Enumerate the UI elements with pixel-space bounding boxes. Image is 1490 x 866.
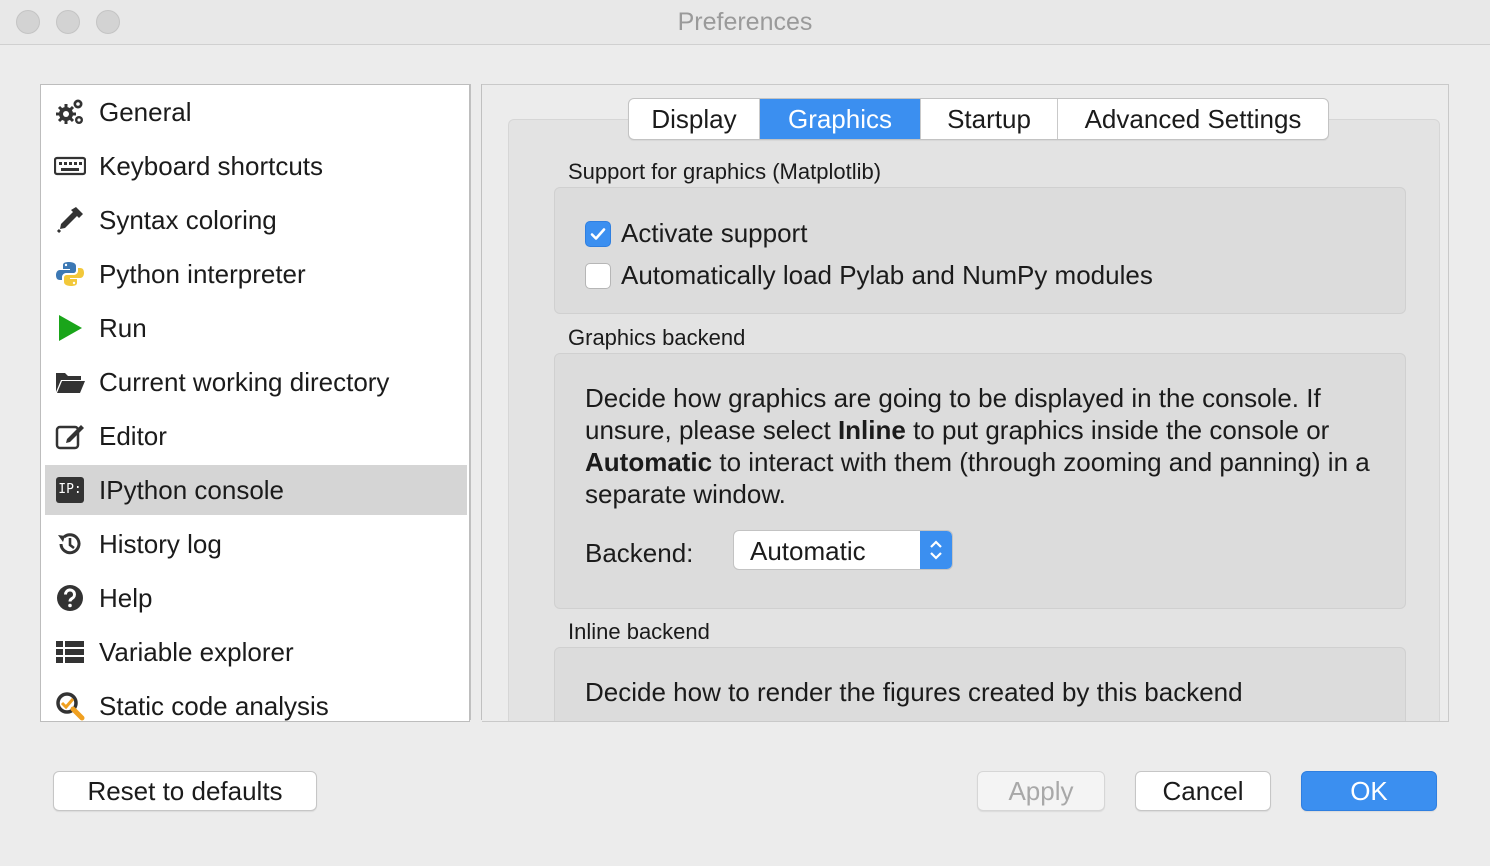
- tab-display[interactable]: Display: [629, 99, 760, 139]
- sidebar-item-editor[interactable]: Editor: [45, 411, 467, 461]
- question-icon: [53, 581, 87, 615]
- tab-startup[interactable]: Startup: [921, 99, 1058, 139]
- sidebar-item-python-interpreter[interactable]: Python interpreter: [45, 249, 467, 299]
- activate-support-checkbox[interactable]: [585, 220, 611, 247]
- backend-group: Decide how graphics are going to be disp…: [554, 353, 1406, 609]
- sidebar-item-ipython-console[interactable]: IP: IPython console: [45, 465, 467, 515]
- python-icon: [53, 257, 87, 291]
- apply-button[interactable]: Apply: [977, 771, 1105, 811]
- updown-chevron-icon: [920, 531, 952, 569]
- sidebar-item-label: IPython console: [99, 474, 285, 505]
- backend-group-title: Graphics backend: [568, 325, 746, 350]
- sidebar-item-label: Editor: [99, 420, 167, 451]
- ipython-icon: IP:: [53, 473, 87, 507]
- keyboard-icon: [53, 149, 87, 183]
- sidebar-item-label: Variable explorer: [99, 636, 294, 667]
- eyedropper-icon: [53, 203, 87, 237]
- backend-label: Backend:: [585, 538, 694, 568]
- window-title: Preferences: [677, 8, 813, 36]
- inline-group: Decide how to render the figures created…: [554, 647, 1406, 721]
- activate-support-label: Activate support: [621, 218, 808, 248]
- backend-description: Decide how graphics are going to be disp…: [585, 383, 1370, 509]
- autoload-modules-checkbox[interactable]: [585, 262, 611, 289]
- sidebar-item-static-code-analysis[interactable]: Static code analysis: [45, 681, 467, 721]
- support-group: Activate support Automatically load Pyla…: [554, 187, 1406, 314]
- sidebar-item-help[interactable]: Help: [45, 573, 467, 623]
- sidebar-item-run[interactable]: Run: [45, 303, 467, 353]
- sidebar-item-history-log[interactable]: History log: [45, 519, 467, 569]
- preferences-page: Display Graphics Startup Advanced Settin…: [482, 84, 1449, 722]
- title-bar: Preferences: [0, 0, 1490, 45]
- sidebar-item-label: History log: [99, 528, 222, 559]
- history-icon: [53, 527, 87, 561]
- folder-open-icon: [53, 365, 87, 399]
- autoload-modules-label: Automatically load Pylab and NumPy modul…: [621, 260, 1153, 290]
- autoload-modules-row[interactable]: Automatically load Pylab and NumPy modul…: [585, 260, 1153, 291]
- sidebar-item-general[interactable]: General: [45, 87, 467, 137]
- tab-graphics[interactable]: Graphics: [760, 99, 921, 139]
- sidebar-item-current-working-directory[interactable]: Current working directory: [45, 357, 467, 407]
- tab-bar: Display Graphics Startup Advanced Settin…: [628, 98, 1329, 140]
- backend-select-value: Automatic: [750, 536, 866, 566]
- sidebar-item-label: General: [99, 96, 192, 127]
- reset-to-defaults-button[interactable]: Reset to defaults: [53, 771, 317, 811]
- sidebar-item-label: Help: [99, 582, 153, 613]
- preferences-sidebar: General Keyboard shortcuts Syntax colori…: [40, 84, 470, 722]
- inline-group-title: Inline backend: [568, 619, 710, 644]
- sidebar-item-label: Keyboard shortcuts: [99, 150, 324, 181]
- sidebar-item-label: Syntax coloring: [99, 204, 277, 235]
- sidebar-item-label: Python interpreter: [99, 258, 306, 289]
- play-icon: [53, 311, 87, 345]
- checkmark-icon: [590, 227, 606, 240]
- table-list-icon: [53, 635, 87, 669]
- inline-description: Decide how to render the figures created…: [585, 677, 1243, 707]
- sidebar-item-label: Static code analysis: [99, 690, 329, 721]
- magnifier-check-icon: [53, 689, 87, 721]
- edit-icon: [53, 419, 87, 453]
- sidebar-item-keyboard-shortcuts[interactable]: Keyboard shortcuts: [45, 141, 467, 191]
- sidebar-item-label: Run: [99, 312, 147, 343]
- tab-advanced-settings[interactable]: Advanced Settings: [1058, 99, 1328, 139]
- ok-button[interactable]: OK: [1301, 771, 1437, 811]
- panel-splitter[interactable]: [470, 84, 482, 720]
- gears-icon: [53, 95, 87, 129]
- activate-support-row[interactable]: Activate support: [585, 218, 807, 249]
- cancel-button[interactable]: Cancel: [1135, 771, 1271, 811]
- support-group-title: Support for graphics (Matplotlib): [568, 159, 882, 184]
- sidebar-item-syntax-coloring[interactable]: Syntax coloring: [45, 195, 467, 245]
- backend-select[interactable]: Automatic: [733, 530, 953, 570]
- sidebar-item-label: Current working directory: [99, 366, 390, 397]
- sidebar-item-variable-explorer[interactable]: Variable explorer: [45, 627, 467, 677]
